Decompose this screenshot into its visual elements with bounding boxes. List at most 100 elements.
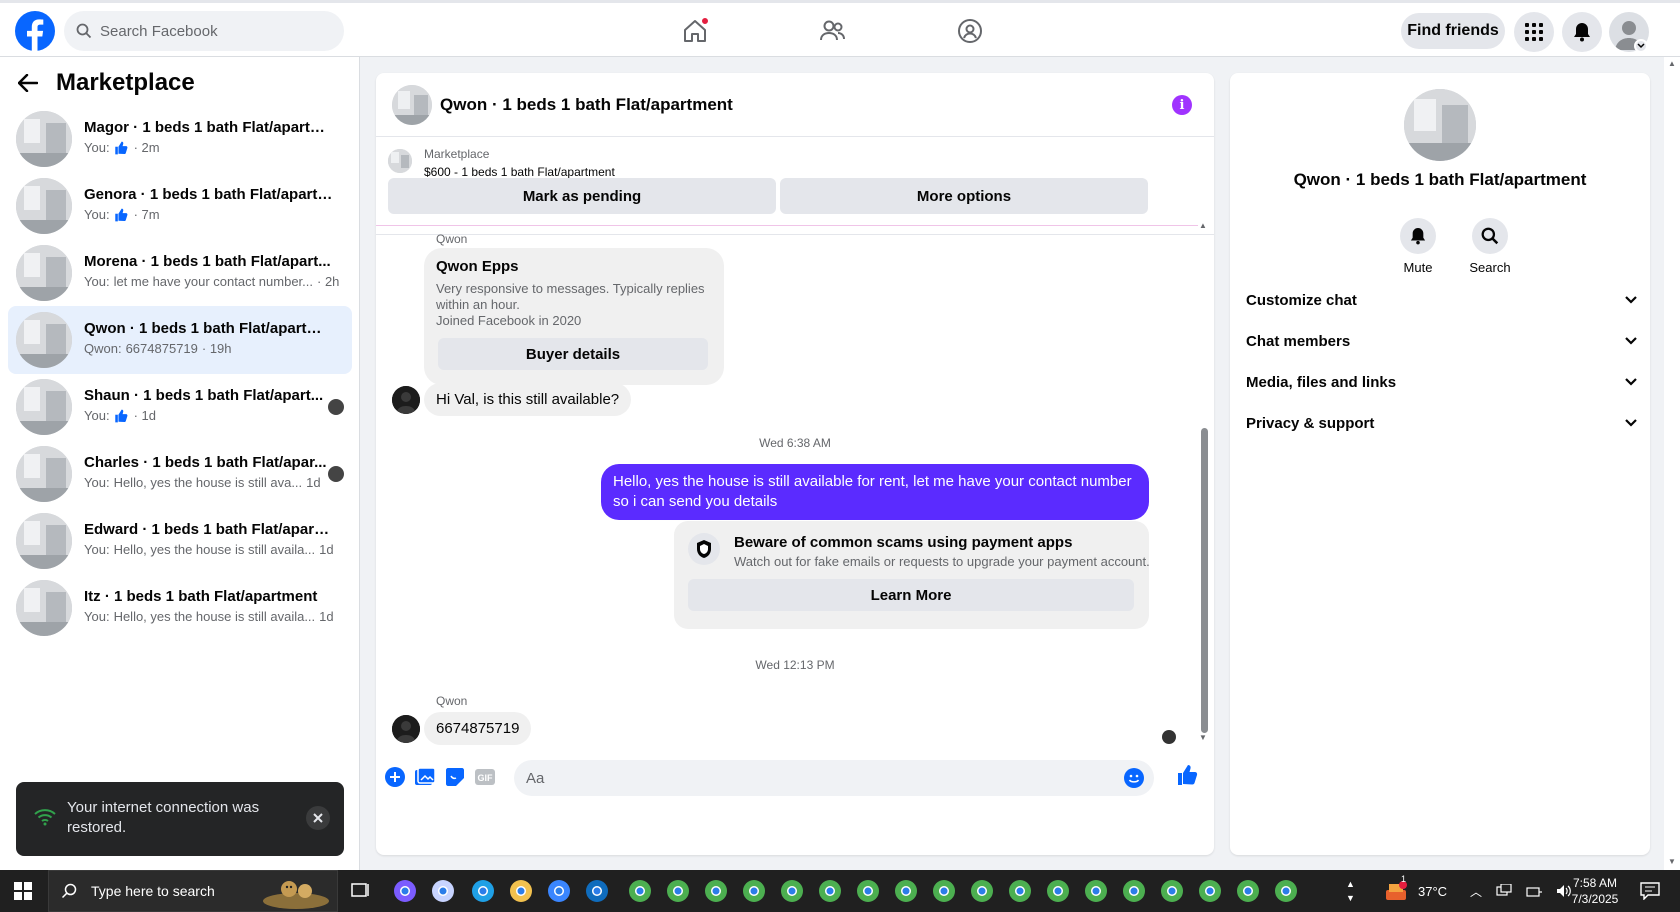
chevron-up-icon[interactable]: ︿: [1470, 883, 1482, 900]
learn-more-button[interactable]: Learn More: [688, 579, 1134, 611]
chrome-window-icon[interactable]: [779, 878, 805, 904]
chrome-window-icon[interactable]: [1007, 878, 1033, 904]
groups-nav-button[interactable]: [950, 13, 990, 49]
chrome-window-icon[interactable]: [1083, 878, 1109, 904]
scroll-down-arrow-icon[interactable]: ▼: [1199, 733, 1207, 742]
chrome-window-icon[interactable]: [855, 878, 881, 904]
paint-icon[interactable]: [430, 878, 456, 904]
page-scrollbar[interactable]: ▲ ▼: [1664, 57, 1680, 870]
info-icon[interactable]: i: [1172, 95, 1192, 115]
scroll-up-arrow-icon[interactable]: ▲: [1668, 59, 1676, 68]
chrome-window-icon[interactable]: [1159, 878, 1185, 904]
find-friends-button[interactable]: Find friends: [1401, 13, 1505, 49]
outgoing-message[interactable]: Hello, yes the house is still available …: [601, 464, 1149, 520]
clock[interactable]: 7:58 AM 7/3/2025: [1560, 875, 1630, 907]
copilot-icon[interactable]: [392, 878, 418, 904]
details-section-1[interactable]: Chat members: [1246, 321, 1638, 361]
chrome-window-icon[interactable]: [703, 878, 729, 904]
taskbar-scroll-arrows[interactable]: ▲ ▼: [1346, 870, 1358, 912]
taskbar-search-box[interactable]: [48, 870, 338, 912]
conversation-item[interactable]: Charles · 1 beds 1 bath Flat/apar... You:…: [8, 440, 352, 508]
listing-large-thumbnail[interactable]: [1404, 89, 1476, 161]
wifi-icon[interactable]: [1526, 884, 1543, 898]
buyer-description: Very responsive to messages. Typically r…: [436, 281, 705, 328]
conversation-item[interactable]: Qwon · 1 beds 1 bath Flat/apartment Qwon:…: [8, 306, 352, 374]
sender-avatar[interactable]: [392, 715, 420, 743]
listing-thumbnail[interactable]: [392, 85, 432, 125]
message-input[interactable]: [526, 769, 1086, 787]
message-input-box[interactable]: [514, 760, 1154, 796]
incoming-message[interactable]: 6674875719: [424, 712, 532, 745]
emoji-icon[interactable]: [1124, 768, 1144, 788]
chrome-window-icon[interactable]: [1273, 878, 1299, 904]
sender-avatar[interactable]: [392, 386, 420, 414]
chrome-window-icon[interactable]: [931, 878, 957, 904]
scroll-down-arrow-icon[interactable]: ▼: [1668, 857, 1676, 866]
listing-small-thumbnail: [388, 149, 412, 173]
mute-action[interactable]: Mute: [1388, 218, 1448, 275]
back-arrow-icon[interactable]: [18, 74, 38, 92]
conversation-item[interactable]: Itz · 1 beds 1 bath Flat/apartment You: He…: [8, 574, 352, 642]
incoming-message[interactable]: Hi Val, is this still available?: [424, 383, 632, 416]
listing-source: Marketplace: [424, 147, 490, 161]
notifications-button[interactable]: [1562, 12, 1602, 52]
more-options-button[interactable]: More options: [780, 178, 1148, 214]
account-chevron-icon[interactable]: [1634, 39, 1648, 53]
conversation-item[interactable]: Morena · 1 beds 1 bath Flat/apart... You:…: [8, 239, 352, 307]
conversation-item[interactable]: Magor · 1 beds 1 bath Flat/apartm... You:…: [8, 105, 352, 173]
scroll-up-arrow-icon[interactable]: ▲: [1199, 221, 1207, 230]
toast-close-button[interactable]: [306, 806, 330, 830]
edge-icon[interactable]: [470, 878, 496, 904]
chrome-icon[interactable]: [627, 878, 653, 904]
chrome-window-icon[interactable]: [893, 878, 919, 904]
chrome-window-icon[interactable]: [1197, 878, 1223, 904]
outlook-icon[interactable]: [584, 878, 610, 904]
chrome-window-icon[interactable]: [969, 878, 995, 904]
chrome-window-icon[interactable]: [665, 878, 691, 904]
chat-scrollbar[interactable]: [1200, 228, 1208, 748]
conversation-item[interactable]: Edward · 1 beds 1 bath Flat/apartm... You…: [8, 507, 352, 575]
chrome-window-icon[interactable]: [1121, 878, 1147, 904]
menu-button[interactable]: [1514, 12, 1554, 52]
home-nav-button[interactable]: [675, 13, 715, 49]
seen-avatar: [328, 466, 344, 482]
sticker-icon[interactable]: [444, 766, 466, 788]
conversation-item[interactable]: Shaun · 1 beds 1 bath Flat/apart... You: ·…: [8, 373, 352, 441]
buyer-details-button[interactable]: Buyer details: [438, 338, 708, 370]
chrome-window-icon[interactable]: [741, 878, 767, 904]
conversation-item[interactable]: Genora · 1 beds 1 bath Flat/apartm... You…: [8, 172, 352, 240]
conversation-snippet: You: · 7m: [84, 207, 160, 222]
scrollbar-thumb[interactable]: [1201, 428, 1208, 733]
windows-start-icon[interactable]: [14, 882, 32, 900]
plus-icon[interactable]: [384, 766, 406, 788]
search-input[interactable]: [100, 22, 320, 40]
friends-nav-button[interactable]: [812, 13, 852, 49]
mark-as-pending-button[interactable]: Mark as pending: [388, 178, 776, 214]
file-explorer-icon[interactable]: [508, 878, 534, 904]
gif-icon[interactable]: GIF: [474, 766, 496, 788]
weather-widget[interactable]: 1 37°C: [1384, 870, 1447, 912]
search-facebook-box[interactable]: [64, 11, 344, 51]
details-section-0[interactable]: Customize chat: [1246, 280, 1638, 320]
message-list: Qwon Qwon Epps Very responsive to messag…: [376, 228, 1214, 784]
search-action[interactable]: Search: [1460, 218, 1520, 275]
chrome-window-icon[interactable]: [817, 878, 843, 904]
network-icon[interactable]: [1496, 884, 1512, 898]
listing-price[interactable]: $600 - 1 beds 1 bath Flat/apartment: [424, 165, 615, 179]
details-section-2[interactable]: Media, files and links: [1246, 362, 1638, 402]
chrome-window-icon[interactable]: [1235, 878, 1261, 904]
store-icon[interactable]: [546, 878, 572, 904]
conversation-snippet: You: let me have your contact number... · …: [84, 274, 340, 289]
task-view-icon[interactable]: [347, 878, 373, 904]
conversation-snippet: You: Hello, yes the house is still ava...…: [84, 475, 321, 490]
conversation-snippet: Qwon: 6674875719 · 19h: [84, 341, 232, 356]
facebook-logo-icon[interactable]: [15, 11, 55, 51]
taskbar-search-input[interactable]: [91, 883, 251, 899]
photo-icon[interactable]: [414, 766, 436, 788]
chrome-window-icon[interactable]: [1045, 878, 1071, 904]
thumbs-up-icon[interactable]: [1176, 764, 1198, 786]
chat-title[interactable]: Qwon · 1 beds 1 bath Flat/apartment: [440, 95, 733, 115]
action-center-button[interactable]: [1640, 870, 1660, 912]
search-highlight-icon: [263, 881, 329, 909]
details-section-3[interactable]: Privacy & support: [1246, 403, 1638, 443]
